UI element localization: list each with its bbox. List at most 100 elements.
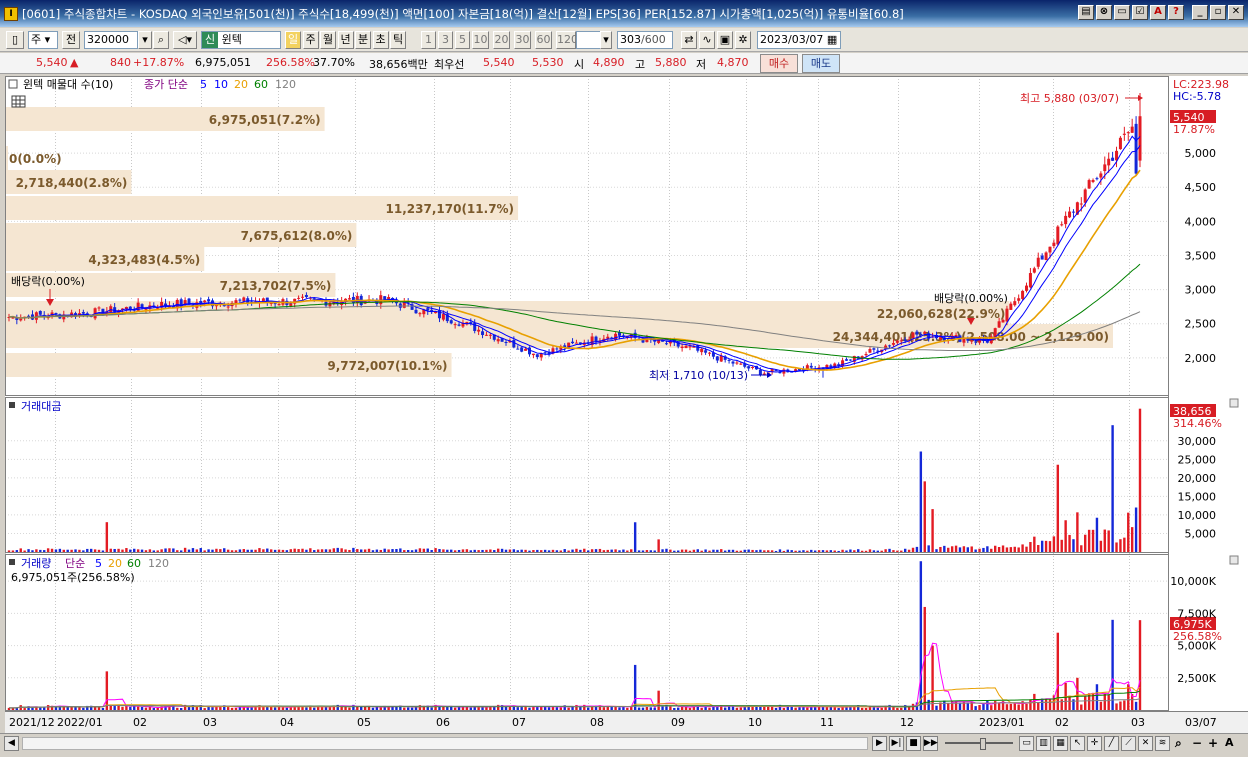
market-select[interactable]: 주 ▾ [28, 31, 58, 49]
window-icon[interactable]: ▭ [1114, 5, 1130, 20]
amount-bar [219, 549, 222, 552]
interval-button-4[interactable]: 20 [493, 31, 510, 49]
zoom-in-icon[interactable]: + [1208, 736, 1218, 750]
cursor-icon[interactable]: ↖ [1070, 736, 1085, 751]
zoom-out-icon[interactable]: − [1192, 736, 1202, 750]
amount-bar [1064, 520, 1067, 552]
amount-bar [935, 549, 938, 552]
interval-button-3[interactable]: 10 [472, 31, 489, 49]
candle-body [441, 314, 445, 320]
x-axis-label: 11 [820, 716, 834, 729]
amount-panel-close-icon[interactable] [1229, 398, 1239, 408]
interval-button-5[interactable]: 30 [514, 31, 531, 49]
period-button-6[interactable]: 틱 [390, 31, 406, 49]
menu-icon[interactable]: ▯ [6, 31, 24, 49]
buy-button[interactable]: 매수 [760, 54, 798, 73]
bottom-scrollbar[interactable]: ◀ ▶ ▶| ■ ▶▶ ▭ ▥ ▦ ↖ ✛ ╱ ⟋ ✕ ≋ ⌕ − + A [0, 733, 1248, 753]
amount-bar [1037, 545, 1040, 552]
date-input[interactable]: 2023/03/07 ▦ [757, 31, 841, 49]
line-tool-icon[interactable]: ╱ [1104, 736, 1119, 751]
layout-grid-icon[interactable]: ▦ [1053, 736, 1068, 751]
high-price: 5,880 [655, 56, 687, 69]
volume-bar [927, 699, 930, 710]
volume-bar [700, 707, 703, 710]
restore-icon[interactable]: ▫ [1210, 5, 1226, 20]
check-icon[interactable]: ☑ [1132, 5, 1148, 20]
sell-button[interactable]: 매도 [802, 54, 840, 73]
period-button-3[interactable]: 년 [337, 31, 354, 49]
link-icon[interactable]: ⊗ [1096, 5, 1112, 20]
stop-icon[interactable]: ■ [906, 736, 921, 751]
amount-bar [1076, 512, 1079, 552]
period-button-2[interactable]: 월 [320, 31, 336, 49]
candle-body [970, 340, 974, 342]
volume-panel-close-icon[interactable] [1229, 555, 1239, 565]
dividend-label-1: 배당락(0.00%) [11, 275, 85, 288]
amount-bar [1099, 540, 1103, 552]
volume-panel-border [5, 554, 1169, 711]
period-button-4[interactable]: 분 [355, 31, 371, 49]
channel-tool-icon[interactable]: ≋ [1155, 736, 1170, 751]
code-input[interactable]: 320000 [84, 31, 138, 49]
prev-button[interactable]: 전 [62, 31, 80, 49]
amount-bar [1080, 545, 1083, 552]
volume-bar [1115, 703, 1118, 710]
scroll-left-icon[interactable]: ◀ [4, 736, 19, 751]
candle-body [555, 348, 559, 350]
arrows-icon[interactable]: ⇄ [681, 31, 697, 49]
font-size-icon[interactable]: A [1225, 736, 1234, 750]
x-axis-label: 12 [900, 716, 914, 729]
vol-ma-5-label: 5 [95, 557, 102, 570]
legend-checkbox[interactable] [8, 79, 18, 89]
amount-bar [649, 550, 653, 552]
dropdown-icon[interactable]: ▾ [138, 31, 152, 49]
interval-button-0[interactable]: 1 [421, 31, 436, 49]
amount-bar [888, 548, 891, 552]
step-forward-icon[interactable]: ▶| [889, 736, 904, 751]
zoom-search-icon[interactable]: ⌕ [1175, 736, 1182, 750]
stock-name-field[interactable]: 신 윈텍 [201, 31, 281, 49]
help-icon[interactable]: ? [1168, 5, 1184, 20]
count-field[interactable]: 303/600 [617, 31, 673, 49]
layout-icon[interactable]: ▤ [1078, 5, 1094, 20]
interval-button-1[interactable]: 3 [438, 31, 453, 49]
play-icon[interactable]: ▶ [872, 736, 887, 751]
amount-bar [1025, 546, 1028, 552]
save-icon[interactable]: ▣ [717, 31, 733, 49]
period-button-0[interactable]: 일 [285, 31, 301, 49]
speaker-icon[interactable]: ◁▾ [173, 31, 197, 49]
close-icon[interactable]: ✕ [1228, 5, 1244, 20]
window-mode-icon[interactable]: ▭ [1019, 736, 1034, 751]
interval-dropdown-icon[interactable]: ▾ [600, 31, 612, 49]
x-axis-label: 07 [512, 716, 526, 729]
calendar-icon[interactable]: ▦ [827, 33, 837, 46]
minimize-icon[interactable]: _ [1192, 5, 1208, 20]
zoom-slider[interactable] [945, 742, 1013, 744]
zoom-slider-handle[interactable] [980, 738, 986, 750]
volume-bar [1017, 704, 1020, 710]
chart-area[interactable]: 6,975,051(7.2%) 0(0.0%) 2,718,440(2.8%) 11,… [5, 76, 1248, 740]
interval-button-2[interactable]: 5 [455, 31, 470, 49]
volume-bar [453, 707, 457, 710]
period-button-5[interactable]: 초 [372, 31, 389, 49]
cross-tool-icon[interactable]: ✕ [1138, 736, 1153, 751]
search-icon[interactable]: ⌕ [153, 31, 169, 49]
amount-bar [626, 550, 629, 552]
a-icon[interactable]: A [1150, 5, 1166, 20]
amount-bar [950, 546, 954, 552]
table-icon[interactable] [11, 95, 26, 108]
stock-badge: 신 [202, 32, 219, 48]
trend-tool-icon[interactable]: ⟋ [1121, 736, 1136, 751]
volume-tick-label: 2,500K [1177, 672, 1216, 685]
scroll-track[interactable] [22, 737, 868, 750]
crosshair-icon[interactable]: ✛ [1087, 736, 1102, 751]
split-icon[interactable]: ▥ [1036, 736, 1051, 751]
amount-bar [633, 522, 637, 552]
interval-button-7[interactable]: 120 [556, 31, 578, 49]
interval-button-6[interactable]: 60 [535, 31, 552, 49]
chart-icon[interactable]: ∿ [699, 31, 715, 49]
period-button-1[interactable]: 주 [302, 31, 319, 49]
fast-forward-icon[interactable]: ▶▶ [923, 736, 938, 751]
gear-icon[interactable]: ✲ [735, 31, 751, 49]
stock-chart-svg[interactable]: 6,975,051(7.2%) 0(0.0%) 2,718,440(2.8%) 11,… [5, 76, 1248, 740]
